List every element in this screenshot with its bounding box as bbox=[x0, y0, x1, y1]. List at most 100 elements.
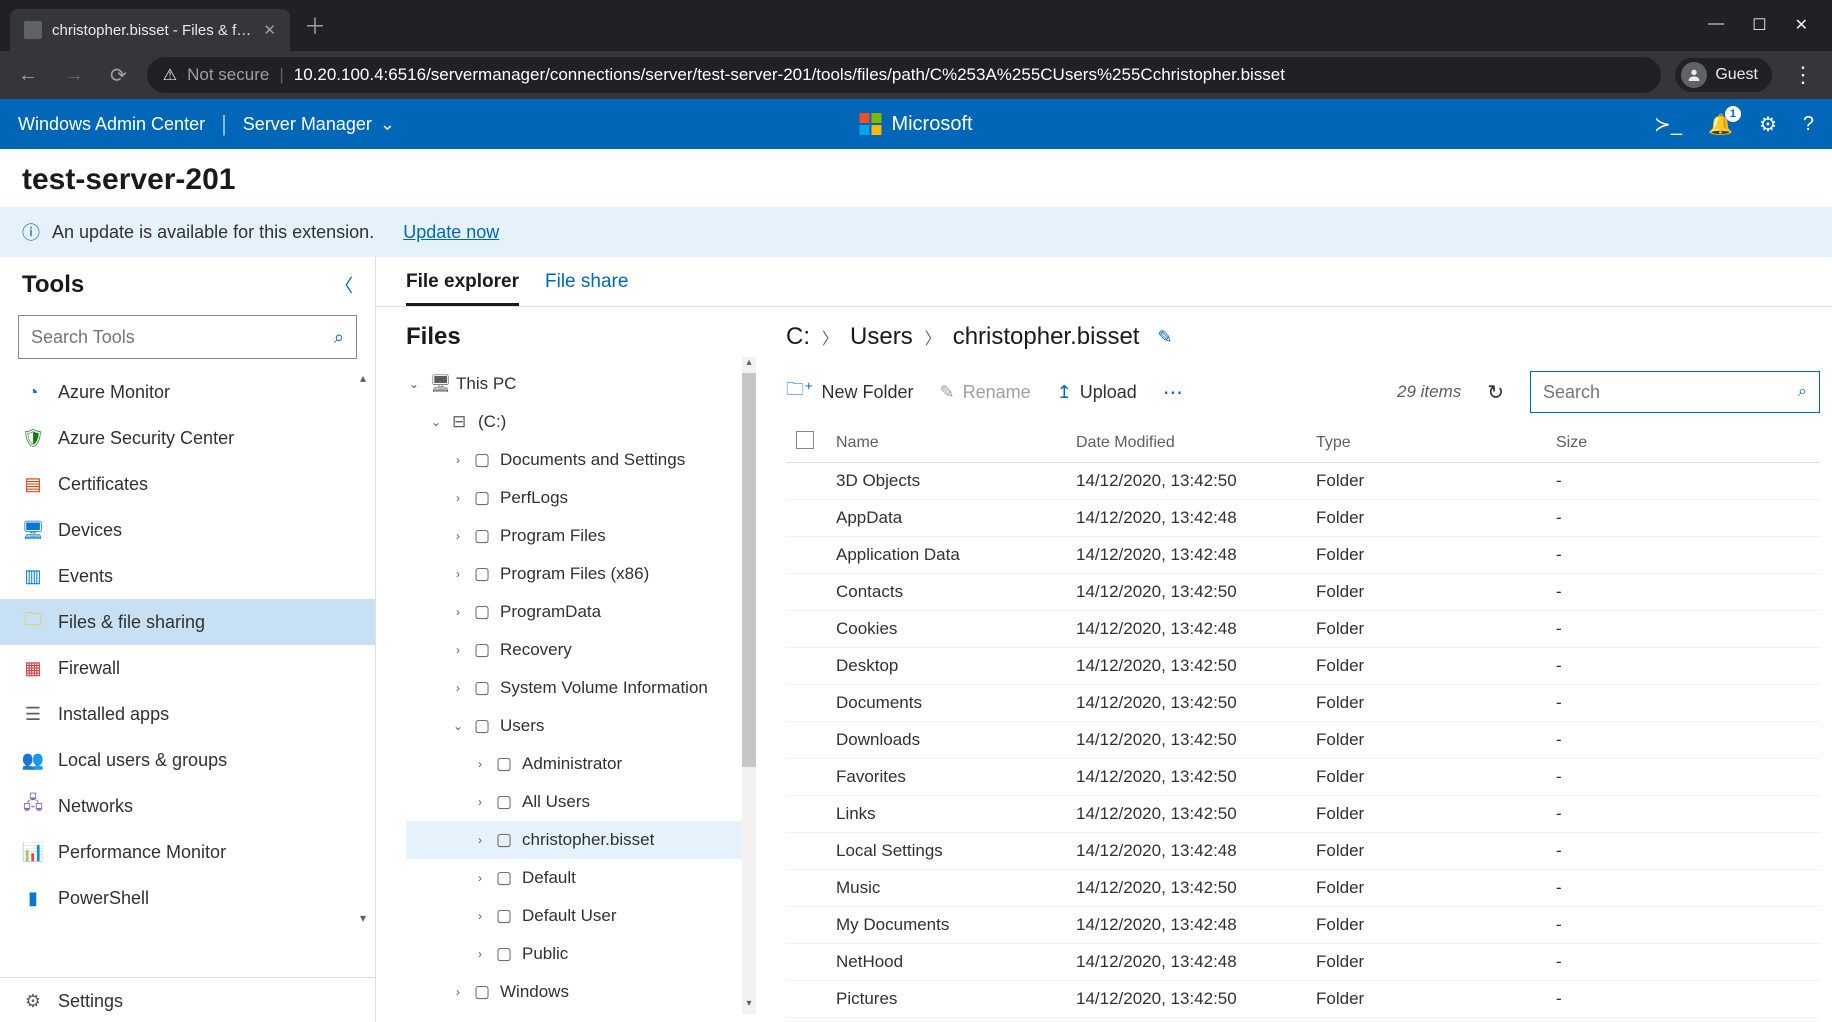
table-row[interactable]: My Documents14/12/2020, 13:42:48Folder- bbox=[786, 907, 1820, 944]
chevron-right-icon[interactable]: › bbox=[450, 605, 466, 619]
table-row[interactable]: NetHood14/12/2020, 13:42:48Folder- bbox=[786, 944, 1820, 981]
sidebar-item-events[interactable]: ▥Events bbox=[0, 553, 375, 599]
new-folder-button[interactable]: 🗀⁺New Folder bbox=[786, 377, 914, 407]
table-row[interactable]: Documents14/12/2020, 13:42:50Folder- bbox=[786, 685, 1820, 722]
chevron-right-icon[interactable]: › bbox=[450, 643, 466, 657]
window-close-icon[interactable]: ✕ bbox=[1795, 15, 1808, 35]
help-icon[interactable]: ? bbox=[1803, 113, 1814, 136]
sidebar-item-devices[interactable]: 🖥Devices bbox=[0, 507, 375, 553]
chevron-right-icon[interactable]: › bbox=[472, 833, 488, 847]
table-row[interactable]: Cookies14/12/2020, 13:42:48Folder- bbox=[786, 611, 1820, 648]
scope-selector[interactable]: Server Manager ⌄ bbox=[243, 114, 395, 135]
profile-button[interactable]: Guest bbox=[1675, 58, 1772, 92]
update-now-link[interactable]: Update now bbox=[403, 222, 499, 243]
sidebar-item-local-users-groups[interactable]: 👥Local users & groups bbox=[0, 737, 375, 783]
tree-node[interactable]: ›▢Recovery bbox=[406, 631, 742, 669]
tree-node[interactable]: ›▢christopher.bisset bbox=[406, 821, 742, 859]
scroll-down-icon[interactable]: ▾ bbox=[355, 911, 371, 925]
table-row[interactable]: Local Settings14/12/2020, 13:42:48Folder… bbox=[786, 833, 1820, 870]
sidebar-item-firewall[interactable]: ▦Firewall bbox=[0, 645, 375, 691]
chevron-right-icon[interactable]: › bbox=[450, 567, 466, 581]
sidebar-item-azure-security-center[interactable]: 🛡Azure Security Center bbox=[0, 415, 375, 461]
chevron-right-icon[interactable]: › bbox=[450, 681, 466, 695]
sidebar-item-files-file-sharing[interactable]: 🗀Files & file sharing bbox=[0, 599, 375, 645]
table-row[interactable]: Desktop14/12/2020, 13:42:50Folder- bbox=[786, 648, 1820, 685]
table-row[interactable]: AppData14/12/2020, 13:42:48Folder- bbox=[786, 500, 1820, 537]
edit-path-icon[interactable]: ✎ bbox=[1157, 327, 1172, 348]
table-row[interactable]: Downloads14/12/2020, 13:42:50Folder- bbox=[786, 722, 1820, 759]
sidebar-item-powershell[interactable]: ▮PowerShell bbox=[0, 875, 375, 921]
col-date[interactable]: Date Modified bbox=[1076, 434, 1316, 452]
chevron-down-icon[interactable]: ⌄ bbox=[450, 719, 466, 733]
tab-file-explorer[interactable]: File explorer bbox=[406, 271, 519, 306]
breadcrumb-seg[interactable]: Users bbox=[850, 323, 913, 351]
tree-node[interactable]: ⌄▢Users bbox=[406, 707, 742, 745]
chevron-right-icon[interactable]: › bbox=[472, 947, 488, 961]
notifications-icon[interactable]: 🔔1 bbox=[1708, 112, 1733, 137]
chevron-right-icon[interactable]: › bbox=[472, 909, 488, 923]
file-search-input[interactable] bbox=[1543, 382, 1798, 403]
tools-search-input[interactable] bbox=[31, 327, 334, 348]
tree-node[interactable]: ›▢PerfLogs bbox=[406, 479, 742, 517]
tree-node[interactable]: ⌄🖥This PC bbox=[406, 365, 742, 403]
back-button[interactable]: ← bbox=[12, 64, 44, 87]
chevron-right-icon[interactable]: › bbox=[450, 453, 466, 467]
chevron-right-icon[interactable]: › bbox=[450, 985, 466, 999]
wac-brand[interactable]: Windows Admin Center bbox=[18, 114, 205, 135]
browser-tab[interactable]: christopher.bisset - Files & file sh ✕ bbox=[10, 9, 290, 51]
table-row[interactable]: Contacts14/12/2020, 13:42:50Folder- bbox=[786, 574, 1820, 611]
reload-button[interactable]: ⟳ bbox=[104, 63, 133, 88]
new-tab-button[interactable]: ＋ bbox=[304, 9, 326, 41]
table-row[interactable]: Links14/12/2020, 13:42:50Folder- bbox=[786, 796, 1820, 833]
forward-button[interactable]: → bbox=[58, 64, 90, 87]
tree-node[interactable]: ›▢Administrator bbox=[406, 745, 742, 783]
more-actions-icon[interactable]: ⋯ bbox=[1163, 380, 1183, 405]
tree-node[interactable]: ›▢ProgramData bbox=[406, 593, 742, 631]
table-row[interactable]: Music14/12/2020, 13:42:50Folder- bbox=[786, 870, 1820, 907]
refresh-icon[interactable]: ↻ bbox=[1487, 380, 1504, 405]
collapse-tools-icon[interactable]: 〈 bbox=[335, 272, 353, 298]
tree-node[interactable]: ›▢Default bbox=[406, 859, 742, 897]
breadcrumb-seg[interactable]: C: bbox=[786, 323, 810, 351]
browser-menu-icon[interactable]: ⋮ bbox=[1786, 62, 1820, 88]
sidebar-item-settings[interactable]: ⚙ Settings bbox=[0, 978, 375, 1022]
window-maximize-icon[interactable]: ☐ bbox=[1752, 15, 1766, 35]
tools-search[interactable]: ⌕ bbox=[18, 315, 357, 359]
upload-button[interactable]: ↥Upload bbox=[1057, 382, 1137, 403]
chevron-right-icon[interactable]: › bbox=[472, 757, 488, 771]
sidebar-item-azure-monitor[interactable]: ◔Azure Monitor bbox=[0, 369, 375, 415]
sidebar-item-performance-monitor[interactable]: 📊Performance Monitor bbox=[0, 829, 375, 875]
tree-node[interactable]: ›▢Public bbox=[406, 935, 742, 973]
table-row[interactable]: 3D Objects14/12/2020, 13:42:50Folder- bbox=[786, 463, 1820, 500]
tab-file-share[interactable]: File share bbox=[545, 271, 628, 306]
sidebar-item-installed-apps[interactable]: ☰Installed apps bbox=[0, 691, 375, 737]
tree-node[interactable]: ›▢Default User bbox=[406, 897, 742, 935]
chevron-right-icon[interactable]: › bbox=[472, 871, 488, 885]
tab-close-icon[interactable]: ✕ bbox=[263, 21, 276, 39]
table-row[interactable]: Pictures14/12/2020, 13:42:50Folder- bbox=[786, 981, 1820, 1018]
scroll-up-icon[interactable]: ▴ bbox=[742, 357, 756, 373]
tree-node[interactable]: ›▢Program Files (x86) bbox=[406, 555, 742, 593]
settings-gear-icon[interactable]: ⚙ bbox=[1759, 112, 1777, 137]
col-size[interactable]: Size bbox=[1556, 434, 1676, 452]
scroll-down-icon[interactable]: ▾ bbox=[742, 998, 756, 1014]
table-row[interactable]: Favorites14/12/2020, 13:42:50Folder- bbox=[786, 759, 1820, 796]
scrollbar-thumb[interactable] bbox=[742, 373, 756, 767]
tree-node[interactable]: ›▢All Users bbox=[406, 783, 742, 821]
select-all-checkbox[interactable] bbox=[796, 431, 814, 449]
chevron-down-icon[interactable]: ⌄ bbox=[406, 377, 422, 391]
chevron-right-icon[interactable]: › bbox=[450, 529, 466, 543]
file-search[interactable]: ⌕ bbox=[1530, 371, 1820, 413]
window-minimize-icon[interactable]: — bbox=[1708, 15, 1724, 35]
sidebar-item-certificates[interactable]: ▤Certificates bbox=[0, 461, 375, 507]
col-name[interactable]: Name bbox=[836, 434, 1076, 452]
tree-node[interactable]: ›▢System Volume Information bbox=[406, 669, 742, 707]
powershell-icon[interactable]: ≻_ bbox=[1654, 112, 1682, 137]
tree-node[interactable]: ›▢Windows bbox=[406, 973, 742, 1011]
table-row[interactable]: Application Data14/12/2020, 13:42:48Fold… bbox=[786, 537, 1820, 574]
address-bar[interactable]: ⚠ Not secure | 10.20.100.4:6516/serverma… bbox=[147, 57, 1662, 93]
chevron-down-icon[interactable]: ⌄ bbox=[428, 415, 444, 429]
col-type[interactable]: Type bbox=[1316, 434, 1556, 452]
tree-scrollbar[interactable]: ▴ ▾ bbox=[742, 357, 756, 1014]
scroll-up-icon[interactable]: ▴ bbox=[355, 371, 371, 385]
